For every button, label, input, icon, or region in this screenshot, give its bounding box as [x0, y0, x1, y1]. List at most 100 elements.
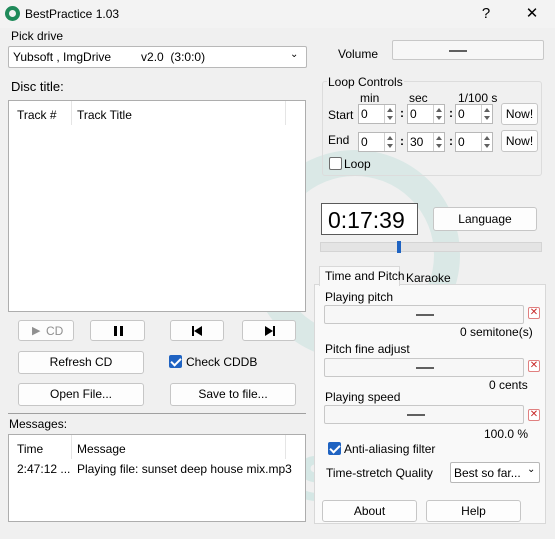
min-unit-label: min [360, 91, 380, 105]
volume-slider[interactable] [392, 40, 544, 60]
message-header[interactable]: Message [77, 442, 126, 456]
previous-track-button[interactable] [170, 320, 224, 341]
sec-unit-label: sec [409, 91, 428, 105]
help-title-button[interactable]: ? [471, 4, 501, 24]
language-button[interactable]: Language [433, 207, 537, 231]
play-icon: ▶ [32, 325, 41, 337]
save-to-file-button[interactable]: Save to file... [170, 383, 296, 406]
tab-label: Time and Pitch [325, 269, 405, 283]
playing-pitch-slider[interactable] [324, 305, 524, 324]
playing-pitch-value: 0 semitone(s) [460, 325, 533, 339]
chevron-down-icon: ⌄ [527, 464, 536, 475]
spinner-arrows-icon[interactable] [433, 133, 444, 151]
pause-icon [114, 326, 117, 336]
tab-time-and-pitch[interactable]: Time and Pitch [319, 266, 405, 286]
check-cddb-checkbox[interactable] [169, 355, 182, 368]
reset-speed-icon[interactable]: ✕ [528, 409, 540, 421]
title-bar: BestPractice 1.03 ? ✕ [0, 0, 555, 28]
loop-checkbox[interactable] [329, 157, 342, 170]
close-window-button[interactable]: ✕ [517, 4, 547, 24]
check-cddb-label[interactable]: Check CDDB [186, 355, 257, 369]
track-title-header[interactable]: Track Title [77, 108, 132, 122]
start-label: Start [328, 108, 354, 122]
play-cd-button[interactable]: ▶ CD [18, 320, 74, 341]
next-icon [265, 326, 273, 336]
spinner-arrows-icon[interactable] [481, 105, 492, 123]
quality-select[interactable]: Best so far... ⌄ [450, 462, 540, 483]
playing-speed-label: Playing speed [325, 390, 401, 404]
end-hundredth-spinner[interactable]: 0 [455, 132, 493, 152]
slider-thumb[interactable] [407, 414, 425, 416]
antialias-label[interactable]: Anti-aliasing filter [344, 442, 435, 456]
quality-label: Time-stretch Quality [326, 466, 433, 480]
colon: : [449, 106, 453, 120]
messages-label: Messages: [9, 417, 68, 431]
position-slider-thumb[interactable] [397, 241, 401, 253]
spinner-arrows-icon[interactable] [384, 105, 395, 123]
pause-button[interactable] [90, 320, 145, 341]
start-hundredth-spinner[interactable]: 0 [455, 104, 493, 124]
chevron-down-icon: ⌄ [290, 49, 299, 60]
quality-select-value: Best so far... [454, 466, 521, 480]
message-time: 2:47:12 ... [17, 462, 71, 476]
fine-adjust-value: 0 cents [489, 378, 528, 392]
start-hundredth-value: 0 [458, 107, 465, 121]
column-divider [71, 435, 72, 459]
track-list[interactable]: Track # Track Title [8, 100, 306, 312]
time-header[interactable]: Time [17, 442, 43, 456]
end-min-spinner[interactable]: 0 [358, 132, 396, 152]
playing-speed-value: 100.0 % [484, 427, 529, 441]
volume-label: Volume [338, 47, 379, 61]
end-hundredth-value: 0 [458, 135, 465, 149]
list-item[interactable]: 2:47:12 ... Playing file: sunset deep ho… [9, 460, 305, 478]
colon: : [400, 134, 404, 148]
start-sec-spinner[interactable]: 0 [407, 104, 445, 124]
fine-adjust-slider[interactable] [324, 358, 524, 377]
end-sec-spinner[interactable]: 30 [407, 132, 445, 152]
next-track-button[interactable] [242, 320, 296, 341]
message-text: Playing file: sunset deep house mix.mp3 [77, 462, 292, 476]
end-min-value: 0 [361, 135, 368, 149]
hundredth-unit-label: 1/100 s [458, 91, 498, 105]
start-now-button[interactable]: Now! [501, 103, 538, 125]
window-title: BestPractice 1.03 [25, 7, 120, 21]
column-divider [285, 435, 286, 459]
slider-thumb[interactable] [416, 314, 434, 316]
tab-karaoke[interactable]: Karaoke [401, 270, 451, 286]
play-cd-label: CD [46, 324, 64, 338]
start-min-spinner[interactable]: 0 [358, 104, 396, 124]
reset-pitch-icon[interactable]: ✕ [528, 307, 540, 319]
spinner-arrows-icon[interactable] [384, 133, 395, 151]
playing-speed-slider[interactable] [324, 405, 524, 424]
spinner-arrows-icon[interactable] [481, 133, 492, 151]
messages-list[interactable]: Time Message 2:47:12 ... Playing file: s… [8, 434, 306, 522]
start-min-value: 0 [361, 107, 368, 121]
open-file-button[interactable]: Open File... [18, 383, 144, 406]
end-label: End [328, 133, 350, 147]
track-number-header[interactable]: Track # [17, 108, 57, 122]
time-display: 0:17:39 [321, 203, 418, 235]
disc-title-label: Disc title: [11, 79, 64, 94]
drive-select-value: Yubsoft , ImgDrive v2.0 (3:0:0) [13, 50, 206, 64]
colon: : [400, 106, 404, 120]
help-button[interactable]: Help [426, 500, 521, 522]
slider-thumb[interactable] [449, 50, 467, 52]
drive-select[interactable]: Yubsoft , ImgDrive v2.0 (3:0:0) ⌄ [8, 46, 307, 68]
reset-fine-adjust-icon[interactable]: ✕ [528, 360, 540, 372]
end-sec-value: 30 [410, 135, 424, 149]
antialias-checkbox[interactable] [328, 442, 341, 455]
column-divider [71, 101, 72, 125]
position-slider[interactable] [320, 241, 542, 253]
end-now-button[interactable]: Now! [501, 130, 538, 152]
pick-drive-label: Pick drive [11, 29, 64, 43]
loop-controls-title: Loop Controls [327, 75, 404, 89]
loop-label[interactable]: Loop [344, 157, 371, 171]
start-sec-value: 0 [410, 107, 417, 121]
app-icon [5, 6, 20, 21]
about-button[interactable]: About [322, 500, 417, 522]
refresh-cd-button[interactable]: Refresh CD [18, 351, 144, 374]
divider [8, 413, 306, 414]
colon: : [449, 134, 453, 148]
slider-thumb[interactable] [416, 367, 434, 369]
spinner-arrows-icon[interactable] [433, 105, 444, 123]
